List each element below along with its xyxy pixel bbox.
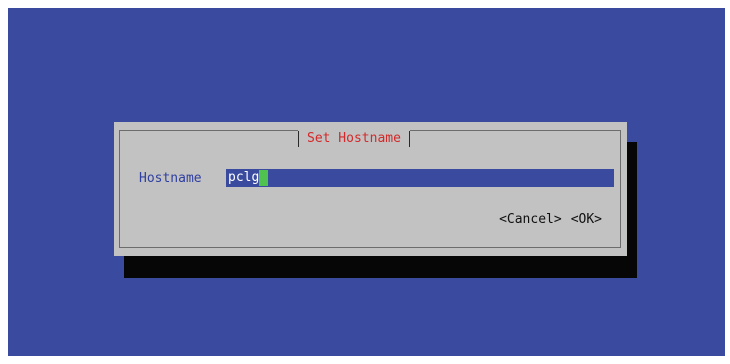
set-hostname-dialog: Set Hostname Hostname pclg <Cancel> <OK> xyxy=(114,122,627,256)
dialog-frame: Set Hostname Hostname pclg <Cancel> <OK> xyxy=(119,130,621,248)
ok-button[interactable]: <OK> xyxy=(571,212,602,228)
dialog-title-bar: Set Hostname xyxy=(298,130,410,148)
title-right-tick xyxy=(408,131,410,147)
text-cursor xyxy=(259,170,269,186)
cancel-button[interactable]: <Cancel> xyxy=(499,212,562,228)
hostname-value[interactable]: pclg xyxy=(226,170,259,186)
dialog-buttons: <Cancel> <OK> xyxy=(499,212,602,228)
hostname-input[interactable]: pclg xyxy=(226,169,614,187)
dialog-title: Set Hostname xyxy=(307,131,401,146)
hostname-row: Hostname xyxy=(139,170,202,187)
hostname-label: Hostname xyxy=(139,171,202,186)
